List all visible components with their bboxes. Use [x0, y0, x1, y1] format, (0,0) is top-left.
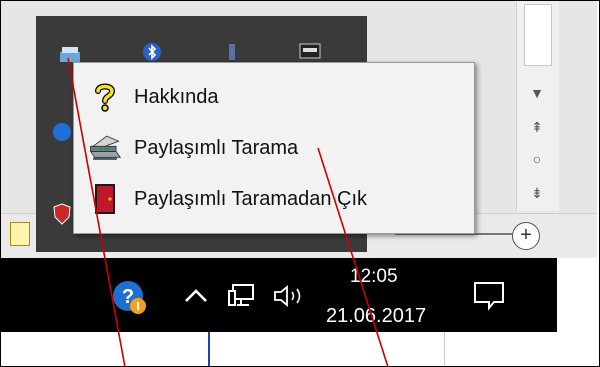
pointer-line-tray-icon — [67, 57, 126, 367]
annotation-pointers — [67, 57, 389, 367]
pointer-line-menu-item — [317, 147, 389, 367]
